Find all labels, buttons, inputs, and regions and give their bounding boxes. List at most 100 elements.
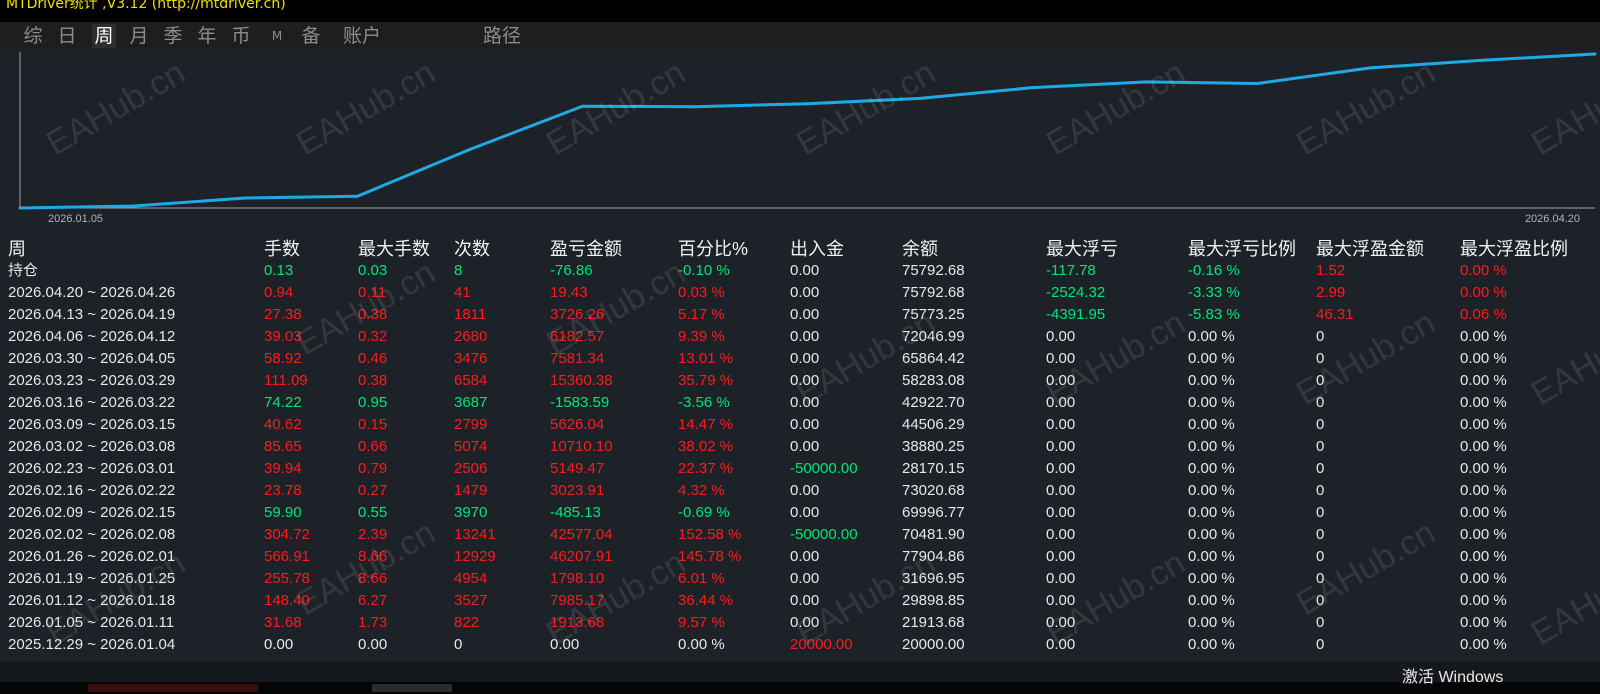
cell-9: -3.33 % [1188,284,1240,301]
cell-11: 0.00 % [1460,438,1507,455]
cell-3: 41 [454,284,471,301]
tab-5[interactable]: 年 [196,24,218,48]
cell-2: 0.11 [358,284,387,301]
cell-9: 0.00 % [1188,394,1235,411]
tab-7[interactable]: M [268,24,286,48]
cell-3: 13241 [454,526,496,543]
cell-8: 0.00 [1046,636,1076,653]
cell-9: 0.00 % [1188,504,1235,521]
cell-6: 0.00 [790,504,820,521]
cell-0: 周 [8,239,26,259]
data-point [243,196,247,200]
tab-10[interactable]: 路径 [480,24,524,48]
cell-5: 百分比% [678,239,749,259]
cell-2: 0.00 [358,636,388,653]
tab-2[interactable]: 周 [92,24,116,48]
cell-8: 0.00 [1046,548,1076,565]
cell-6: 0.00 [790,394,820,411]
cell-5: 13.01 % [678,350,734,367]
table-row: 持仓 0.13 0.03 8 -76.86 -0.10 % 0.00 75792.68 -117… [0,260,1600,282]
tab-4[interactable]: 季 [162,24,184,48]
cell-6: 0.00 [790,614,820,631]
table-row: 2026.02.09 ~ 2026.02.15 59.90 0.55 3970 -485… [0,502,1600,524]
table-row: 2026.01.05 ~ 2026.01.11 31.68 1.73 822 1913.… [0,612,1600,634]
cell-2: 2.39 [358,526,388,543]
data-point [1368,66,1372,70]
cell-10: 0 [1316,504,1325,521]
cell-8: 0.00 [1046,526,1076,543]
cell-6: 0.00 [790,570,820,587]
cell-3: 1811 [454,306,487,323]
cell-10: 0 [1316,614,1325,631]
cell-4: 5149.47 [550,460,605,477]
cell-8: 0.00 [1046,372,1076,389]
tab-0[interactable]: 综 [22,24,44,48]
cell-6: 0.00 [790,350,820,367]
cell-10: 0 [1316,460,1325,477]
cell-8: 0.00 [1046,416,1076,433]
cell-1: 23.78 [264,482,302,499]
tab-3[interactable]: 月 [128,24,150,48]
cell-0: 2026.03.30 ~ 2026.04.05 [8,350,176,367]
cell-2: 0.79 [358,460,388,477]
cell-5: 9.39 % [678,328,725,345]
cell-1: 304.72 [264,526,310,543]
cell-4: 7985.17 [550,592,605,609]
cell-4: 19.43 [550,284,588,301]
cell-11: 0.00 % [1460,614,1507,631]
tab-9[interactable]: 账户 [340,24,384,48]
cell-4: 1913.68 [550,614,605,631]
cell-9: 0.00 % [1188,548,1235,565]
cell-2: 0.55 [358,504,388,521]
cell-6: 20000.00 [790,636,853,653]
tab-6[interactable]: 币 [230,24,252,48]
cell-0: 2026.04.20 ~ 2026.04.26 [8,284,176,301]
table-row: 2026.03.30 ~ 2026.04.05 58.92 0.46 3476 7581… [0,348,1600,370]
cell-3: 3687 [454,394,488,411]
cell-6: 0.00 [790,372,820,389]
cell-6: 0.00 [790,592,820,609]
total-bar [0,662,1600,682]
tab-8[interactable]: 备 [300,24,322,48]
cell-3: 1479 [454,482,488,499]
cell-8: 0.00 [1046,460,1076,477]
cell-8: 0.00 [1046,482,1076,499]
table-row: 2026.03.02 ~ 2026.03.08 85.65 0.66 5074 1071… [0,436,1600,458]
data-point [1031,86,1034,90]
cell-4: 盈亏金额 [550,239,622,259]
cell-2: 0.32 [358,328,388,345]
cell-8: -2524.32 [1046,284,1106,301]
cell-7: 余额 [902,239,938,259]
cell-0: 2026.03.23 ~ 2026.03.29 [8,372,176,389]
cell-1: 手数 [264,239,300,259]
data-point [806,102,809,106]
cell-0: 2026.03.02 ~ 2026.03.08 [8,438,176,455]
cell-1: 74.22 [264,394,302,411]
cell-2: 1.73 [358,614,388,631]
cell-6: 出入金 [790,239,844,259]
data-point [131,204,134,208]
cell-2: 0.15 [358,416,388,433]
cell-3: 5074 [454,438,488,455]
cell-8: 0.00 [1046,328,1076,345]
cell-3: 2506 [454,460,488,477]
cell-0: 2026.02.16 ~ 2026.02.22 [8,482,176,499]
cell-11: 0.00 % [1460,636,1507,653]
cell-2: 6.27 [358,592,388,609]
cell-7: 70481.90 [902,526,965,543]
cell-11: 0.00 % [1460,482,1507,499]
table-row: 2025.12.29 ~ 2026.01.04 0.00 0.00 0 0.00 0.00… [0,634,1600,656]
cell-1: 0.00 [264,636,294,653]
cell-8: 0.00 [1046,570,1076,587]
cell-11: 0.00 % [1460,526,1507,543]
cell-7: 75792.68 [902,284,965,301]
cell-4: 5626.04 [550,416,605,433]
table-row: 2026.03.09 ~ 2026.03.15 40.62 0.15 2799 5626… [0,414,1600,436]
tab-1[interactable]: 日 [56,24,78,48]
cell-7: 58283.08 [902,372,965,389]
cell-9: 最大浮亏比例 [1188,239,1296,259]
cell-0: 2026.02.02 ~ 2026.02.08 [8,526,176,543]
cell-6: 0.00 [790,306,820,323]
cell-4: -485.13 [550,504,601,521]
cell-9: 0.00 % [1188,614,1235,631]
